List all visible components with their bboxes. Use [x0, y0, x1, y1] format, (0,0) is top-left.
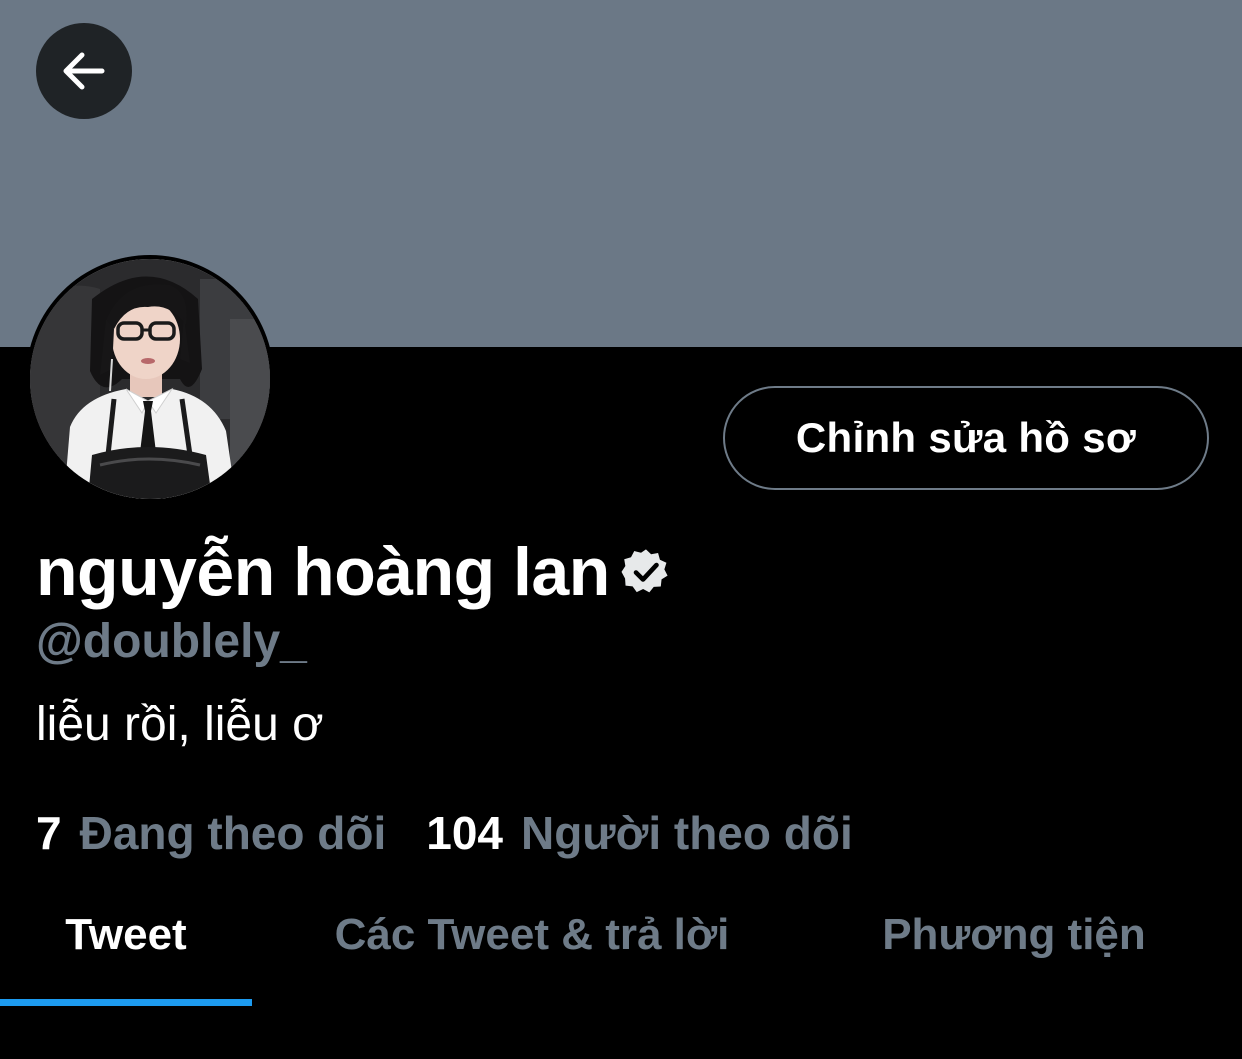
tab-media[interactable]: Phương tiện	[842, 880, 1186, 990]
edit-profile-button[interactable]: Chỉnh sửa hồ sơ	[723, 386, 1209, 490]
tab-tweets[interactable]: Tweet	[0, 880, 252, 990]
avatar[interactable]	[26, 255, 274, 503]
back-button[interactable]	[36, 23, 132, 119]
following-count: 7	[36, 807, 62, 859]
profile-handle: @doublely_	[36, 615, 307, 668]
following-label: Đang theo dõi	[79, 807, 387, 859]
active-tab-indicator	[0, 999, 252, 1006]
followers-count: 104	[426, 807, 503, 859]
profile-tabs: Tweet Các Tweet & trả lời Phương tiện	[0, 880, 1242, 1010]
display-name: nguyễn hoàng lan	[36, 534, 610, 610]
display-name-row: nguyễn hoàng lan	[36, 530, 672, 614]
following-stat[interactable]: 7 Đang theo dõi	[36, 806, 386, 860]
profile-bio: liễu rồi, liễu ơ	[36, 698, 324, 751]
tab-tweets-and-replies[interactable]: Các Tweet & trả lời	[282, 880, 782, 990]
followers-label: Người theo dõi	[520, 807, 853, 859]
avatar-photo	[30, 259, 270, 499]
arrow-left-icon	[63, 52, 105, 90]
followers-stat[interactable]: 104 Người theo dõi	[426, 806, 853, 860]
verified-badge-icon[interactable]	[620, 546, 672, 598]
profile-stats: 7 Đang theo dõi 104 Người theo dõi	[36, 806, 853, 860]
profile-page: Chỉnh sửa hồ sơ nguyễn hoàng lan @double…	[0, 0, 1242, 1059]
